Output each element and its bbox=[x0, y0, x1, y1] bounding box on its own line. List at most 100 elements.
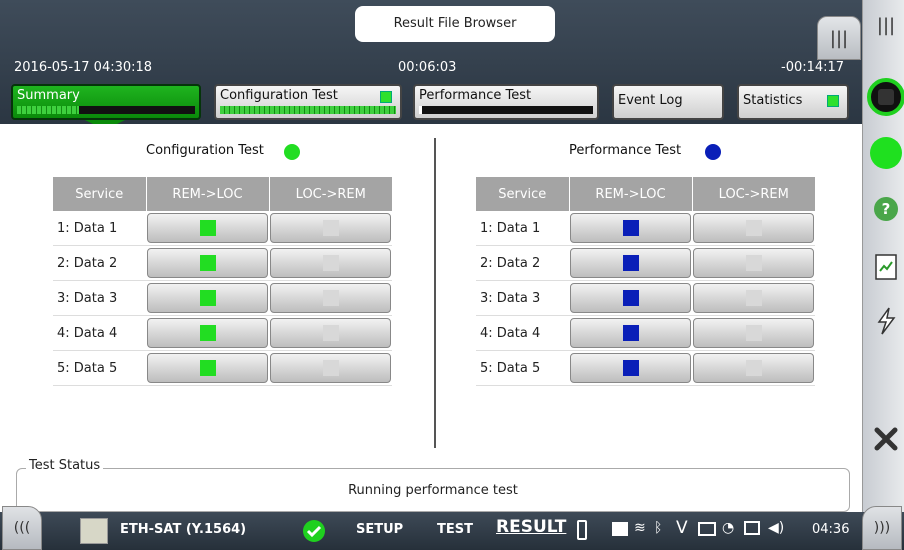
config-rem-loc-indicator bbox=[199, 255, 216, 271]
header-bar: Result File Browser 2016-05-17 04:30:18 … bbox=[0, 0, 862, 124]
perf-row: 2: Data 2 bbox=[476, 245, 815, 281]
check-icon bbox=[302, 519, 326, 547]
tab-performance-progress bbox=[419, 106, 593, 114]
lightning-icon[interactable] bbox=[867, 296, 904, 346]
help-icon[interactable]: ? bbox=[867, 184, 904, 234]
perf-rem-loc-button[interactable] bbox=[570, 318, 691, 348]
perf-loc-rem-indicator bbox=[745, 360, 762, 376]
elapsed-time-label: 00:06:03 bbox=[398, 60, 457, 75]
perf-row: 4: Data 4 bbox=[476, 315, 815, 351]
tab-statistics[interactable]: Statistics bbox=[737, 84, 849, 120]
config-loc-rem-button[interactable] bbox=[270, 318, 391, 348]
report-icon[interactable] bbox=[867, 242, 904, 292]
perf-loc-rem-button[interactable] bbox=[693, 213, 814, 243]
tab-summary-label: Summary bbox=[17, 88, 80, 103]
perf-col-loc-rem: LOC->REM bbox=[692, 177, 815, 211]
perf-rem-loc-button[interactable] bbox=[570, 248, 691, 278]
config-service-name: 4: Data 4 bbox=[53, 315, 146, 351]
perf-rem-loc-button[interactable] bbox=[570, 283, 691, 313]
tab-summary[interactable]: Summary bbox=[11, 84, 201, 120]
config-col-rem-loc: REM->LOC bbox=[146, 177, 270, 211]
perf-loc-rem-button[interactable] bbox=[693, 353, 814, 383]
perf-loc-rem-indicator bbox=[745, 325, 762, 341]
tab-configuration-test-label: Configuration Test bbox=[220, 88, 338, 103]
perf-rem-loc-button[interactable] bbox=[570, 213, 691, 243]
config-rem-loc-button[interactable] bbox=[147, 318, 268, 348]
tab-statistics-indicator bbox=[827, 95, 839, 107]
perf-col-rem-loc: REM->LOC bbox=[569, 177, 693, 211]
config-rem-loc-indicator bbox=[199, 360, 216, 376]
test-status-text: Running performance test bbox=[348, 483, 518, 498]
config-row: 3: Data 3 bbox=[53, 280, 392, 316]
config-rem-loc-indicator bbox=[199, 325, 216, 341]
perf-loc-rem-button[interactable] bbox=[693, 248, 814, 278]
perf-rem-loc-indicator bbox=[622, 220, 639, 236]
tab-summary-progress bbox=[17, 106, 195, 114]
config-loc-rem-button[interactable] bbox=[270, 283, 391, 313]
test-button[interactable]: TEST bbox=[437, 522, 473, 537]
perf-service-name: 2: Data 2 bbox=[476, 245, 569, 281]
config-loc-rem-button[interactable] bbox=[270, 353, 391, 383]
stop-icon[interactable] bbox=[867, 72, 904, 122]
chevron-left-icon[interactable]: ((( bbox=[2, 506, 42, 550]
window-title[interactable]: Result File Browser bbox=[355, 6, 555, 42]
test-status-legend: Test Status bbox=[26, 458, 104, 473]
menu-icon[interactable]: ||| bbox=[867, 0, 904, 50]
datetime-label: 2016-05-17 04:30:18 bbox=[14, 60, 153, 75]
tab-event-log[interactable]: Event Log bbox=[612, 84, 724, 120]
signal-icon: ◔ bbox=[722, 520, 735, 536]
perf-loc-rem-indicator bbox=[745, 255, 762, 271]
perf-rem-loc-indicator bbox=[622, 255, 639, 271]
perf-rem-loc-indicator bbox=[622, 290, 639, 306]
perf-service-name: 4: Data 4 bbox=[476, 315, 569, 351]
config-loc-rem-indicator bbox=[322, 220, 339, 236]
perf-status-dot bbox=[705, 144, 721, 160]
perf-table: Service REM->LOC LOC->REM 1: Data 1 2: Da… bbox=[476, 177, 815, 386]
config-rem-loc-button[interactable] bbox=[147, 213, 268, 243]
perf-row: 3: Data 3 bbox=[476, 280, 815, 316]
config-service-name: 1: Data 1 bbox=[53, 211, 146, 246]
config-row: 4: Data 4 bbox=[53, 315, 392, 351]
close-icon[interactable] bbox=[867, 414, 904, 464]
wifi-icon: ≋ bbox=[634, 520, 646, 536]
summary-panel: Configuration Test Service REM->LOC LOC-… bbox=[0, 124, 862, 460]
perf-service-name: 1: Data 1 bbox=[476, 211, 569, 246]
perf-row: 5: Data 5 bbox=[476, 350, 815, 386]
svg-text:?: ? bbox=[882, 200, 891, 218]
clock: 04:36 bbox=[812, 522, 850, 537]
config-rem-loc-button[interactable] bbox=[147, 353, 268, 383]
config-loc-rem-indicator bbox=[322, 290, 339, 306]
perf-loc-rem-button[interactable] bbox=[693, 318, 814, 348]
app-icon[interactable] bbox=[80, 518, 108, 544]
menu-handle-icon[interactable]: ||| bbox=[817, 16, 861, 60]
perf-loc-rem-indicator bbox=[745, 290, 762, 306]
chevron-right-icon[interactable]: ))) bbox=[862, 506, 902, 550]
right-sidebar: ||| ? bbox=[862, 0, 904, 512]
tab-performance-test[interactable]: Performance Test bbox=[413, 84, 599, 120]
config-rem-loc-indicator bbox=[199, 220, 216, 236]
config-panel-title: Configuration Test bbox=[146, 143, 264, 158]
result-button[interactable]: RESULT bbox=[496, 517, 566, 537]
perf-rem-loc-button[interactable] bbox=[570, 353, 691, 383]
config-rem-loc-button[interactable] bbox=[147, 283, 268, 313]
tab-configuration-test[interactable]: Configuration Test bbox=[214, 84, 402, 120]
perf-loc-rem-button[interactable] bbox=[693, 283, 814, 313]
config-col-loc-rem: LOC->REM bbox=[269, 177, 392, 211]
perf-loc-rem-indicator bbox=[745, 220, 762, 236]
v-icon: V bbox=[676, 518, 688, 538]
status-green-icon[interactable] bbox=[867, 128, 904, 178]
perf-panel-title: Performance Test bbox=[569, 143, 682, 158]
config-loc-rem-button[interactable] bbox=[270, 248, 391, 278]
config-row: 2: Data 2 bbox=[53, 245, 392, 281]
tab-performance-test-label: Performance Test bbox=[419, 88, 532, 103]
bottom-bar: ETH-SAT (Y.1564) SETUP TEST RESULT ≋ ᛒ V… bbox=[0, 512, 904, 550]
config-loc-rem-button[interactable] bbox=[270, 213, 391, 243]
config-service-name: 2: Data 2 bbox=[53, 245, 146, 281]
remaining-time-label: -00:14:17 bbox=[781, 60, 845, 75]
config-rem-loc-button[interactable] bbox=[147, 248, 268, 278]
terminal-icon bbox=[698, 522, 716, 536]
perf-rem-loc-indicator bbox=[622, 360, 639, 376]
app-name[interactable]: ETH-SAT (Y.1564) bbox=[120, 522, 246, 537]
config-service-name: 5: Data 5 bbox=[53, 350, 146, 386]
setup-button[interactable]: SETUP bbox=[356, 522, 403, 537]
